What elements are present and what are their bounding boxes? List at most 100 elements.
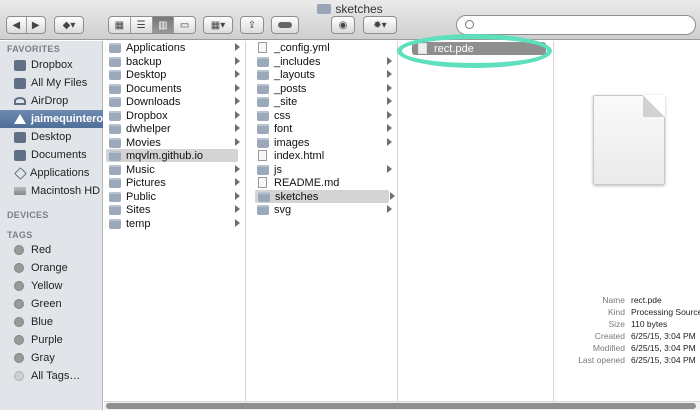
- sidebar-item-documents[interactable]: Documents: [0, 146, 103, 164]
- list-item[interactable]: _includes: [252, 55, 396, 68]
- search-field[interactable]: [456, 15, 696, 35]
- list-item[interactable]: _posts: [252, 82, 396, 95]
- folder-icon: [257, 83, 269, 94]
- sidebar-item-label: jaimequintero: [31, 113, 104, 125]
- list-item[interactable]: _site: [252, 95, 396, 108]
- item-label: Public: [126, 190, 156, 203]
- favorites-header: FAVORITES: [7, 44, 61, 54]
- share-icon: ⇪: [247, 19, 257, 31]
- list-item[interactable]: Desktop: [104, 68, 244, 81]
- icon-view-button[interactable]: ▦: [109, 17, 131, 33]
- info-row: Name rect.pde: [555, 294, 700, 306]
- sidebar-item-macintosh-hd[interactable]: Macintosh HD: [0, 182, 103, 200]
- scrollbar-thumb[interactable]: [106, 403, 696, 409]
- tag-dot-icon: [14, 371, 24, 381]
- disclosure-arrow-icon: [235, 205, 240, 213]
- list-item[interactable]: backup: [104, 55, 244, 68]
- list-item-selected[interactable]: sketches: [255, 190, 395, 203]
- info-value: 6/25/15, 3:04 PM: [631, 343, 696, 353]
- desktop-icon: [14, 131, 26, 143]
- item-label: Dropbox: [126, 109, 168, 122]
- list-item[interactable]: js: [252, 163, 396, 176]
- sidebar-item-label: Purple: [31, 334, 63, 346]
- sidebar-tag-blue[interactable]: Blue: [0, 313, 103, 331]
- item-label: Documents: [126, 82, 182, 95]
- folder-icon: [257, 164, 269, 175]
- list-item[interactable]: font: [252, 122, 396, 135]
- info-key: Kind: [607, 307, 625, 317]
- list-item[interactable]: svg: [252, 203, 396, 216]
- list-item[interactable]: Downloads: [104, 95, 244, 108]
- sidebar-tag-all-tags[interactable]: All Tags…: [0, 367, 103, 385]
- list-item[interactable]: Sites: [104, 203, 244, 216]
- window-toolbar: sketches ◀ ▶ ◆▾ ▦ ☰ ▥ ▭ ▦▾ ⇪ ◉ ✹▾: [0, 0, 700, 40]
- disclosure-arrow-icon: [235, 57, 240, 65]
- folder-icon: [109, 110, 121, 121]
- tag-dot-icon: [14, 281, 24, 291]
- cover-flow-button[interactable]: ▭: [174, 17, 195, 33]
- sidebar-tag-green[interactable]: Green: [0, 295, 103, 313]
- list-item[interactable]: dwhelper: [104, 122, 244, 135]
- dropbox-menu-button[interactable]: ◆▾: [54, 16, 84, 34]
- list-item[interactable]: images: [252, 136, 396, 149]
- folder-icon: [257, 96, 269, 107]
- list-item-active[interactable]: rect.pde: [412, 42, 546, 55]
- list-item[interactable]: css: [252, 109, 396, 122]
- sidebar-tag-yellow[interactable]: Yellow: [0, 277, 103, 295]
- sidebar-tag-orange[interactable]: Orange: [0, 259, 103, 277]
- list-item[interactable]: Public: [104, 190, 244, 203]
- folder-icon: [109, 56, 121, 67]
- disclosure-arrow-icon: [235, 124, 240, 132]
- list-item[interactable]: Music: [104, 163, 244, 176]
- arrange-button[interactable]: ▦▾: [203, 16, 233, 34]
- list-item[interactable]: Dropbox: [104, 109, 244, 122]
- list-item[interactable]: _layouts: [252, 68, 396, 81]
- sidebar-item-desktop[interactable]: Desktop: [0, 128, 103, 146]
- item-label: README.md: [274, 176, 340, 189]
- folder-icon: [257, 56, 269, 67]
- forward-button[interactable]: ▶: [27, 17, 46, 33]
- folder-icon: [109, 177, 121, 188]
- sidebar-tag-red[interactable]: Red: [0, 241, 103, 259]
- folder-icon: [109, 96, 121, 107]
- list-item[interactable]: Movies: [104, 136, 244, 149]
- action-menu-button[interactable]: ✹▾: [363, 16, 397, 34]
- horizontal-scrollbar[interactable]: [104, 401, 700, 410]
- list-item[interactable]: Applications: [104, 41, 244, 54]
- column-home: Applications backup Desktop Documents Do…: [104, 41, 246, 401]
- sidebar-tag-gray[interactable]: Gray: [0, 349, 103, 367]
- folder-icon: [109, 123, 121, 134]
- list-item[interactable]: temp: [104, 217, 244, 230]
- item-label: _layouts: [274, 68, 315, 81]
- list-item[interactable]: _config.yml: [252, 41, 396, 54]
- folder-icon: [257, 69, 269, 80]
- disclosure-arrow-icon: [387, 205, 392, 213]
- list-item[interactable]: index.html: [252, 149, 396, 162]
- nav-buttons: ◀ ▶: [6, 16, 46, 34]
- sidebar-item-home[interactable]: jaimequintero: [0, 110, 103, 128]
- sidebar-item-dropbox[interactable]: Dropbox: [0, 56, 103, 74]
- list-view-button[interactable]: ☰: [131, 17, 153, 33]
- sidebar-item-all-my-files[interactable]: All My Files: [0, 74, 103, 92]
- disclosure-arrow-icon: [235, 111, 240, 119]
- list-item[interactable]: README.md: [252, 176, 396, 189]
- info-row: Size 110 bytes: [555, 318, 700, 330]
- list-item[interactable]: Pictures: [104, 176, 244, 189]
- sidebar-item-applications[interactable]: Applications: [0, 164, 103, 182]
- sidebar-tag-purple[interactable]: Purple: [0, 331, 103, 349]
- item-label: _includes: [274, 55, 321, 68]
- list-item-selected[interactable]: mqvlm.github.io: [106, 149, 238, 162]
- search-input[interactable]: [479, 18, 689, 32]
- quick-look-button[interactable]: ◉: [331, 16, 355, 34]
- sidebar-item-label: Yellow: [31, 280, 63, 292]
- column-mqvlm: _config.yml _includes _layouts _posts _s…: [252, 41, 398, 401]
- item-label: font: [274, 122, 293, 135]
- column-view-button[interactable]: ▥: [152, 17, 175, 33]
- hard-drive-icon: [14, 187, 26, 195]
- tags-button[interactable]: [271, 16, 299, 34]
- share-button[interactable]: ⇪: [240, 16, 264, 34]
- item-label: dwhelper: [126, 122, 171, 135]
- sidebar-item-airdrop[interactable]: AirDrop: [0, 92, 103, 110]
- list-item[interactable]: Documents: [104, 82, 244, 95]
- back-button[interactable]: ◀: [7, 17, 27, 33]
